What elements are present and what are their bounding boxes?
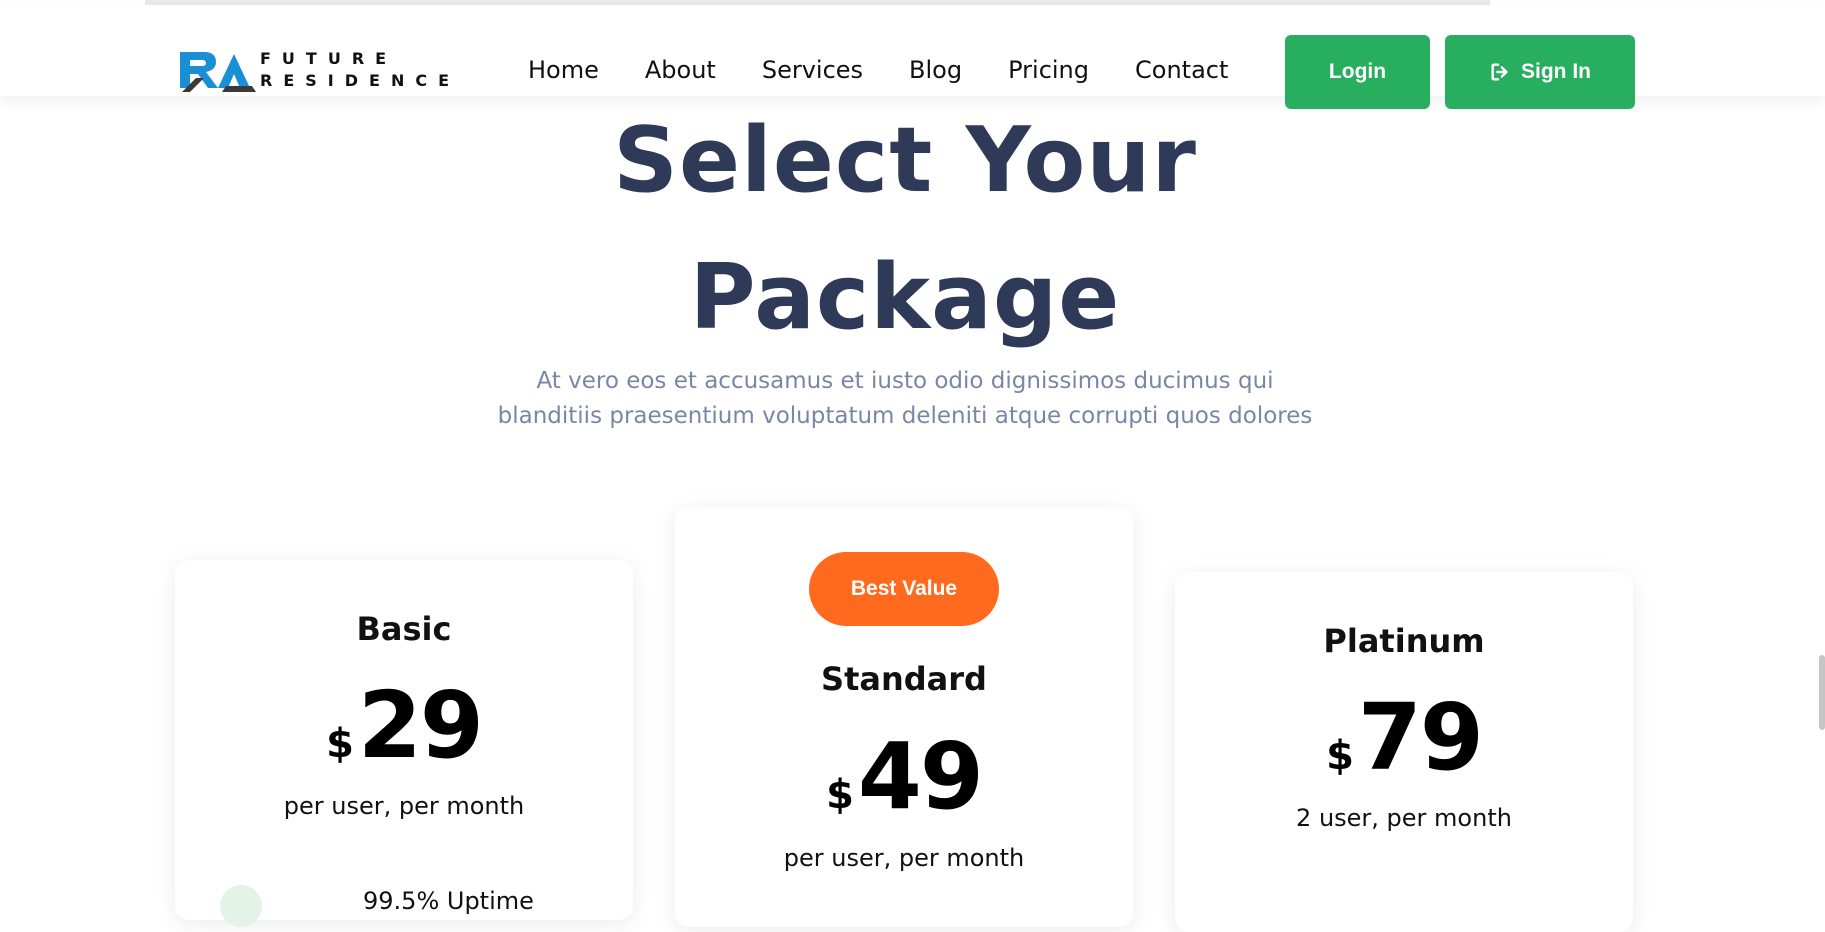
login-button[interactable]: Login — [1285, 35, 1430, 109]
plan-name: Basic — [356, 610, 452, 648]
feature-item: 99.5% Uptime — [363, 887, 534, 915]
nav-home[interactable]: Home — [528, 56, 599, 84]
page-title-line-2: Package — [689, 245, 1121, 350]
currency-symbol: $ — [326, 721, 354, 767]
login-button-label: Login — [1328, 60, 1387, 83]
check-icon — [220, 885, 262, 927]
plan-name: Standard — [821, 660, 987, 698]
price-amount: 49 — [857, 723, 984, 830]
scrollbar[interactable] — [1819, 655, 1825, 730]
currency-symbol: $ — [826, 772, 854, 818]
plan-name: Platinum — [1323, 622, 1485, 660]
pricing-card-platinum: Platinum $79 2 user, per month — [1175, 572, 1633, 932]
logo-text: FUTURE RESIDENCE — [260, 48, 460, 92]
plan-period: 2 user, per month — [1296, 804, 1512, 832]
logo[interactable]: FUTURE RESIDENCE — [178, 44, 449, 96]
subtitle-line-2: blanditiis praesentium voluptatum deleni… — [497, 403, 1313, 429]
plan-period: per user, per month — [283, 792, 525, 820]
main-nav: Home About Services Blog Pricing Contact — [528, 56, 1228, 84]
page-title-line-1: Select Your — [613, 108, 1197, 213]
sign-in-button[interactable]: Sign In — [1445, 35, 1635, 109]
subtitle-line-1: At vero eos et accusamus et iusto odio d… — [536, 368, 1274, 394]
pricing-card-basic: Basic $29 per user, per month 99.5% Upti… — [175, 560, 633, 927]
sign-in-icon — [1491, 63, 1508, 81]
top-divider — [145, 0, 1490, 5]
site-header: FUTURE RESIDENCE Home About Services Blo… — [0, 6, 1825, 109]
logo-line-1: FUTURE — [260, 49, 398, 68]
sign-in-button-label: Sign In — [1521, 60, 1591, 83]
plan-price: $49 — [675, 723, 1133, 830]
nav-pricing[interactable]: Pricing — [1008, 56, 1089, 84]
price-amount: 29 — [357, 672, 484, 779]
pricing-card-standard: Best Value Standard $49 per user, per mo… — [675, 507, 1133, 927]
best-value-badge: Best Value — [809, 552, 999, 626]
currency-symbol: $ — [1326, 733, 1354, 779]
plan-price: $29 — [175, 672, 633, 779]
logo-line-2: RESIDENCE — [260, 71, 460, 90]
price-amount: 79 — [1357, 684, 1484, 791]
logo-mark-icon — [180, 52, 256, 92]
nav-blog[interactable]: Blog — [909, 56, 962, 84]
plan-price: $79 — [1175, 684, 1633, 791]
page-subtitle: At vero eos et accusamus et iusto odio d… — [0, 364, 1810, 434]
plan-period: per user, per month — [783, 844, 1025, 872]
nav-about[interactable]: About — [645, 56, 716, 84]
nav-contact[interactable]: Contact — [1135, 56, 1228, 84]
nav-services[interactable]: Services — [762, 56, 863, 84]
